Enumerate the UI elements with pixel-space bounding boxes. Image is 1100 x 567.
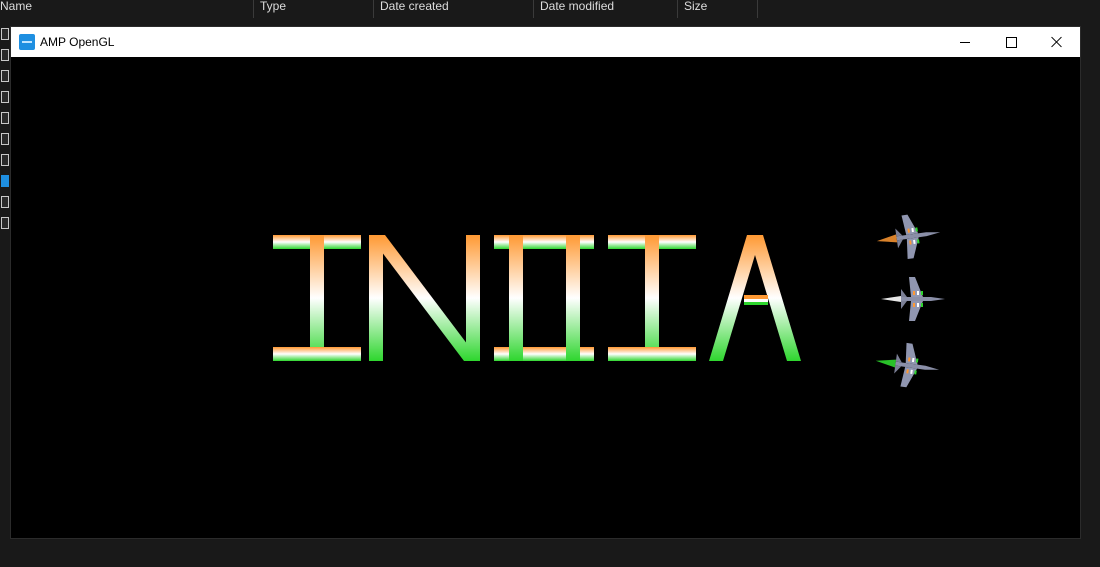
file-icon[interactable] [1,133,9,145]
maximize-button[interactable] [988,27,1034,57]
middle-jet [881,277,945,321]
file-icon[interactable] [1,217,9,229]
file-icon[interactable] [1,154,9,166]
column-date-created[interactable]: Date created [374,0,534,18]
opengl-canvas[interactable] [11,57,1080,538]
opengl-window: AMP OpenGL [10,26,1081,539]
explorer-column-header: Name Type Date created Date modified Siz… [0,0,1100,18]
minimize-icon [960,41,970,43]
file-icon[interactable] [1,28,9,40]
close-icon [1051,36,1063,48]
minimize-button[interactable] [942,27,988,57]
file-icon[interactable] [1,175,9,187]
file-icon[interactable] [1,91,9,103]
letter-n [369,235,480,361]
letter-i-1 [273,235,361,361]
file-icon[interactable] [1,196,9,208]
file-icon[interactable] [1,70,9,82]
column-size[interactable]: Size [678,0,758,18]
top-jet [876,214,941,260]
india-scene [273,214,945,388]
opengl-app-icon [19,34,35,50]
maximize-icon [1005,36,1017,48]
letter-i-2 [608,235,696,361]
file-icon[interactable] [1,112,9,124]
column-date-modified[interactable]: Date modified [534,0,678,18]
close-button[interactable] [1034,27,1080,57]
file-icon[interactable] [1,49,9,61]
letter-d [494,235,594,361]
letter-a [709,235,801,361]
column-type[interactable]: Type [254,0,374,18]
title-bar[interactable]: AMP OpenGL [11,27,1080,57]
column-name[interactable]: Name [0,0,254,18]
window-title: AMP OpenGL [40,35,115,49]
saffron-trail [876,234,898,243]
bottom-jet [875,342,940,388]
green-trail [875,359,897,368]
white-trail [881,296,901,302]
